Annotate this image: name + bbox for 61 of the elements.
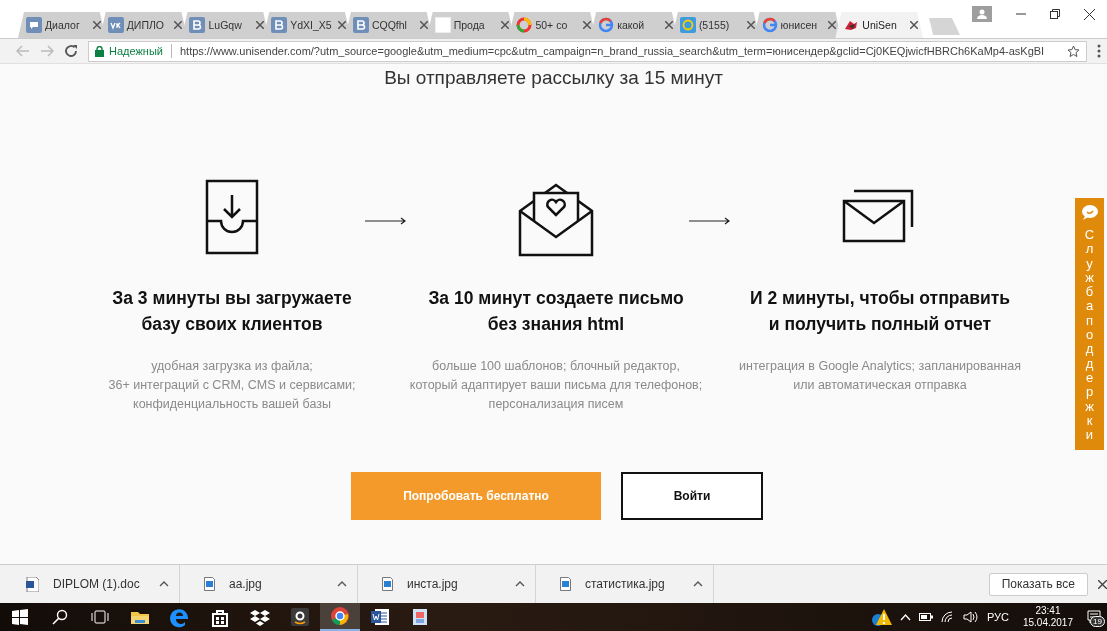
- address-bar[interactable]: Надежный https://www.unisender.com/?utm_source=google&utm_medium=cpc&utm_campaign=n_brand_russia_search&utm_term=юнисендер&gclid=Cj0KEQjwicfHBRCh6KaMp4-asKgBI: [88, 40, 1087, 62]
- search-icon[interactable]: [52, 609, 68, 625]
- task-view-icon[interactable]: [91, 610, 109, 624]
- close-icon[interactable]: [910, 21, 919, 29]
- language-indicator[interactable]: РУС: [986, 611, 1009, 623]
- clock-time: 23:41: [1035, 605, 1061, 617]
- favicon-icon: [189, 17, 206, 33]
- caret-up-icon[interactable]: [693, 581, 703, 587]
- step-title: И 2 минуты, чтобы отправить и получить полный отчет: [750, 287, 1010, 336]
- chrome-icon: [329, 605, 351, 627]
- favicon-icon: [679, 17, 696, 33]
- chat-bubble-icon: [1080, 204, 1099, 220]
- clock-date: 15.04.2017: [1022, 617, 1073, 629]
- volume-icon[interactable]: [962, 611, 979, 623]
- word-document-icon: [26, 576, 39, 592]
- browser-tab[interactable]: UniSen: [835, 12, 924, 38]
- warning-icon: [871, 608, 892, 626]
- caret-up-icon[interactable]: [159, 581, 169, 587]
- image-file-icon: [560, 577, 571, 591]
- reload-icon[interactable]: [64, 44, 78, 58]
- word-icon: [369, 606, 391, 628]
- favicon-icon: [352, 17, 369, 33]
- favicon-icon: [761, 17, 778, 33]
- taskbar-app[interactable]: [320, 603, 360, 631]
- step-description: интеграция в Google Analytics; запланированная или автоматическая отправка: [739, 358, 1021, 394]
- notification-count: 19: [1090, 616, 1105, 627]
- lock-icon: [95, 45, 104, 57]
- secure-label: Надежный: [109, 45, 163, 57]
- login-button[interactable]: Войти: [621, 472, 763, 520]
- close-icon[interactable]: [1084, 8, 1095, 20]
- step-description: удобная загрузка из файла; 36+ интеграций с CRM, CMS и сервисами; конфиденциальность вашей базы: [108, 358, 356, 413]
- notifications-icon[interactable]: [1087, 610, 1101, 624]
- edge-icon: [169, 606, 191, 628]
- show-all-button[interactable]: Показать все: [988, 572, 1088, 596]
- image-file-icon: [382, 577, 393, 591]
- menu-icon[interactable]: [1097, 44, 1101, 58]
- caret-up-icon[interactable]: [337, 581, 347, 587]
- caret-up-icon[interactable]: [515, 581, 525, 587]
- url-text: https://www.unisender.com/?utm_source=google&utm_medium=cpc&utm_campaign=n_brand_russia_search&utm_term=юнисендер&gclid=Cj0KEQjwicfHBRCh6KaMp4-asKgBI: [179, 45, 1046, 57]
- arrow-icon: [689, 217, 731, 225]
- image-file-icon: [204, 577, 215, 591]
- arrow-icon: [365, 217, 407, 225]
- restore-icon[interactable]: [1050, 9, 1060, 19]
- windows-start-icon[interactable]: [12, 609, 28, 625]
- favicon-icon: [26, 17, 42, 33]
- step-title: За 3 минуты вы загружаете базу своих клиентов: [112, 287, 352, 336]
- profile-icon[interactable]: [972, 6, 992, 22]
- step-title: За 10 минут создаете письмо без знания html: [428, 287, 684, 336]
- amazon-icon: [289, 606, 311, 628]
- section-heading: Вы отправляете рассылку за 15 минут: [383, 66, 724, 89]
- favicon-icon: [271, 17, 288, 33]
- step-description: больше 100 шаблонов; блочный редактор, который адаптирует ваши письма для телефонов; персонализация писем: [409, 358, 703, 413]
- support-label: Служба поддержки: [1084, 228, 1095, 443]
- wifi-icon[interactable]: [940, 611, 955, 623]
- battery-icon[interactable]: [918, 613, 933, 621]
- close-icon[interactable]: [1098, 579, 1107, 589]
- star-icon[interactable]: [1067, 44, 1080, 58]
- favicon-icon: [598, 17, 615, 33]
- favicon-icon: [516, 17, 533, 33]
- favicon-icon: [434, 17, 451, 33]
- favicon-icon: [107, 17, 124, 33]
